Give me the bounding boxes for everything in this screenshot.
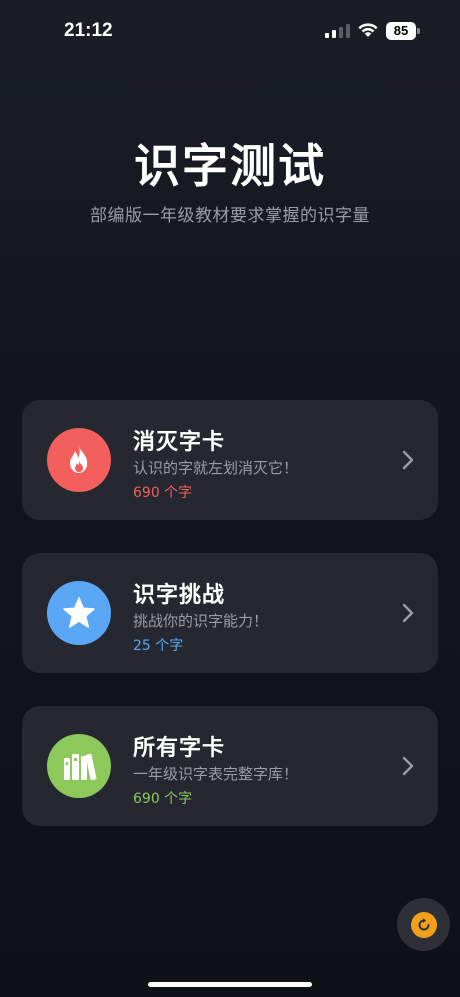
card-all-flashcards[interactable]: 所有字卡 一年级识字表完整字库！ 690 个字	[22, 706, 438, 826]
card-count: 690 个字	[133, 791, 193, 807]
status-bar: 21:12 85	[0, 0, 460, 62]
chevron-right-icon	[402, 450, 414, 470]
card-eliminate-flashcards[interactable]: 消灭字卡 认识的字就左划消灭它！ 690 个字	[22, 400, 438, 520]
page-subtitle: 部编版一年级教材要求掌握的识字量	[90, 206, 370, 226]
signal-icon	[325, 24, 350, 38]
battery-level: 85	[386, 22, 416, 40]
status-time: 21:12	[64, 20, 113, 41]
card-description: 一年级识字表完整字库！	[133, 765, 299, 783]
refresh-icon	[410, 911, 437, 938]
card-literacy-challenge[interactable]: 识字挑战 挑战你的识字能力！ 25 个字	[22, 553, 438, 673]
card-count: 690 个字	[133, 485, 193, 501]
card-title: 所有字卡	[133, 736, 226, 761]
books-icon	[47, 734, 111, 798]
card-title: 识字挑战	[133, 583, 226, 608]
battery-icon: 85	[386, 22, 420, 40]
star-icon	[47, 581, 111, 645]
flame-icon	[47, 428, 111, 492]
page-title: 识字测试	[134, 139, 326, 193]
wifi-icon	[358, 23, 378, 37]
refresh-button[interactable]	[397, 898, 450, 951]
card-description: 挑战你的识字能力！	[133, 612, 269, 630]
chevron-right-icon	[402, 603, 414, 623]
card-title: 消灭字卡	[133, 430, 226, 455]
card-description: 认识的字就左划消灭它！	[133, 459, 299, 477]
chevron-right-icon	[402, 756, 414, 776]
card-count: 25 个字	[133, 638, 184, 654]
battery-tip	[417, 28, 420, 34]
home-indicator[interactable]	[148, 982, 312, 987]
app-screen: 21:12 85 识字测试 部编版一年级教材要求掌握的识字量 消灭字卡 认识的字	[0, 0, 460, 997]
